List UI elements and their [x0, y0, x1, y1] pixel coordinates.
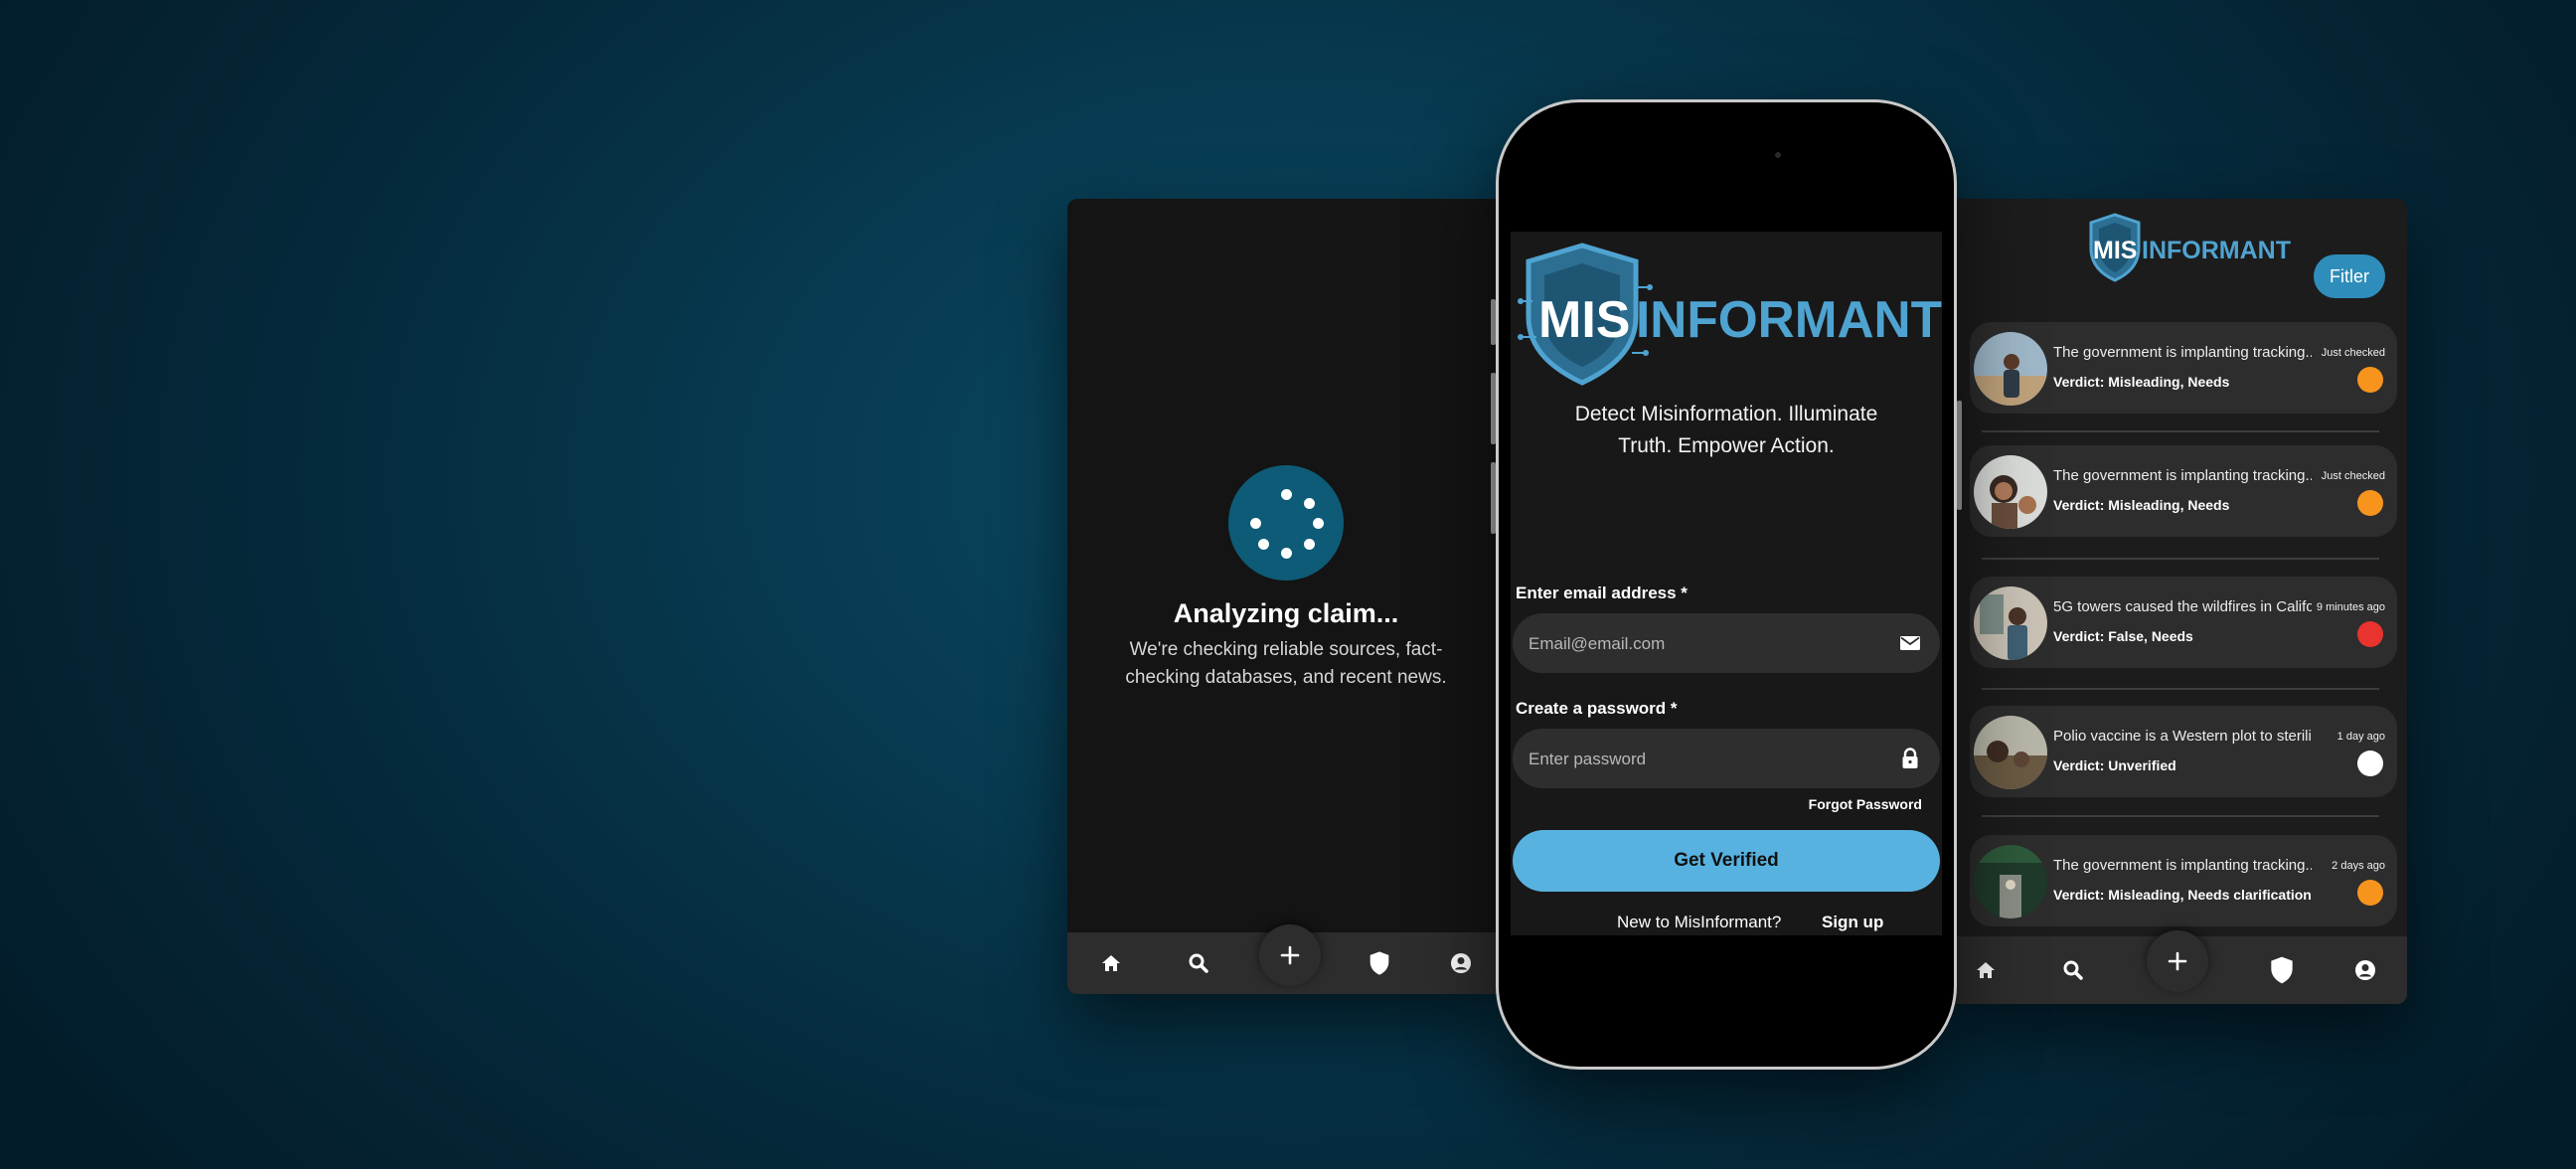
volume-up-button	[1491, 373, 1496, 444]
claim-verdict: Verdict: Misleading, Needs	[2053, 374, 2230, 390]
claim-thumbnail	[1974, 586, 2047, 660]
feed-item[interactable]: Polio vaccine is a Western plot to steri…	[1970, 706, 2397, 797]
feed-item[interactable]: The government is implanting tracking...…	[1970, 322, 2397, 414]
lock-icon	[1898, 747, 1922, 770]
email-field[interactable]	[1513, 613, 1940, 675]
claim-thumbnail	[1974, 845, 2047, 918]
home-icon[interactable]	[1974, 958, 1998, 982]
brand-logo: MIS INFORMANT	[2083, 213, 2292, 287]
volume-down-button	[1491, 462, 1496, 534]
claim-thumbnail	[1974, 332, 2047, 406]
mail-icon	[1898, 631, 1922, 655]
home-icon[interactable]	[1099, 951, 1123, 975]
claim-text: The government is implanting tracking...	[2053, 344, 2312, 361]
get-verified-button[interactable]: Get Verified	[1513, 830, 1940, 892]
brand-prefix: MIS	[2093, 237, 2137, 264]
loading-spinner-icon	[1228, 465, 1344, 581]
phone-frame: MIS INFORMANT Detect Misinformation. Ill…	[1491, 99, 1962, 1070]
claim-text: The government is implanting tracking...	[2053, 857, 2312, 874]
divider	[1982, 430, 2379, 432]
brand-suffix: INFORMANT	[1636, 291, 1942, 349]
power-button	[1957, 401, 1962, 510]
new-user-prompt: New to MisInformant?	[1617, 913, 1782, 931]
search-icon[interactable]	[1187, 951, 1210, 975]
feed-item[interactable]: The government is implanting tracking...…	[1970, 445, 2397, 537]
account-icon[interactable]	[2353, 958, 2377, 982]
plus-icon	[1278, 943, 1302, 967]
claim-time: 1 day ago	[2336, 731, 2385, 743]
email-input[interactable]	[1527, 613, 1868, 675]
feed-screen: MIS INFORMANT Fitler The government is i…	[1954, 199, 2407, 1004]
search-icon[interactable]	[2061, 958, 2085, 982]
bottom-nav	[1954, 930, 2407, 1004]
analyzing-title: Analyzing claim...	[1173, 598, 1399, 628]
status-indicator	[2357, 880, 2383, 906]
divider	[1982, 688, 2379, 690]
claim-text: Polio vaccine is a Western plot to steri…	[2053, 728, 2312, 745]
password-field[interactable]	[1513, 729, 1940, 790]
claim-text: 5G towers caused the wildfires in Califo…	[2053, 598, 2312, 615]
feed-item[interactable]: The government is implanting tracking...…	[1970, 835, 2397, 926]
claim-verdict: Verdict: Misleading, Needs	[2053, 497, 2230, 513]
add-claim-button[interactable]	[2147, 930, 2208, 992]
claim-verdict: Verdict: Misleading, Needs clarification	[2053, 887, 2312, 903]
claim-text: The government is implanting tracking...	[2053, 467, 2312, 484]
divider	[1982, 558, 2379, 560]
status-indicator	[2357, 751, 2383, 776]
sign-up-link[interactable]: Sign up	[1822, 913, 1883, 932]
plus-icon	[2166, 949, 2189, 973]
status-indicator	[2357, 621, 2383, 647]
claim-time: Just checked	[2321, 470, 2385, 482]
email-label: Enter email address *	[1516, 584, 1688, 602]
shield-icon[interactable]	[2266, 954, 2298, 986]
account-icon[interactable]	[1449, 951, 1473, 975]
claim-thumbnail	[1974, 716, 2047, 789]
password-input[interactable]	[1527, 729, 1868, 790]
analyzing-description: We're checking reliable sources, fact-ch…	[1125, 639, 1447, 688]
status-indicator	[2357, 367, 2383, 393]
status-indicator	[2357, 490, 2383, 516]
add-claim-button[interactable]	[1259, 924, 1321, 986]
filter-button[interactable]: Fitler	[2314, 254, 2385, 298]
password-label: Create a password *	[1516, 699, 1678, 718]
brand-prefix: MIS	[1538, 291, 1630, 349]
claim-time: 9 minutes ago	[2316, 601, 2385, 613]
claim-verdict: Verdict: Unverified	[2053, 757, 2176, 773]
brand-suffix: INFORMANT	[2142, 237, 2291, 264]
claim-time: Just checked	[2321, 347, 2385, 359]
camera-icon	[1775, 152, 1781, 158]
feed-item[interactable]: 5G towers caused the wildfires in Califo…	[1970, 577, 2397, 668]
forgot-password-link[interactable]: Forgot Password	[1809, 796, 1922, 812]
brand-logo: MIS INFORMANT	[1517, 242, 1942, 392]
analyzing-screen: Analyzing claim... We're checking reliab…	[1067, 199, 1505, 994]
login-screen: MIS INFORMANT Detect Misinformation. Ill…	[1511, 232, 1942, 935]
divider	[1982, 815, 2379, 817]
bottom-nav	[1067, 924, 1505, 994]
claim-verdict: Verdict: False, Needs	[2053, 628, 2193, 644]
shield-icon[interactable]	[1366, 949, 1393, 977]
tagline: Detect Misinformation. Illuminate Truth.…	[1574, 403, 1878, 457]
claim-time: 2 days ago	[2332, 860, 2385, 872]
action-button	[1491, 299, 1496, 345]
claim-thumbnail	[1974, 455, 2047, 529]
